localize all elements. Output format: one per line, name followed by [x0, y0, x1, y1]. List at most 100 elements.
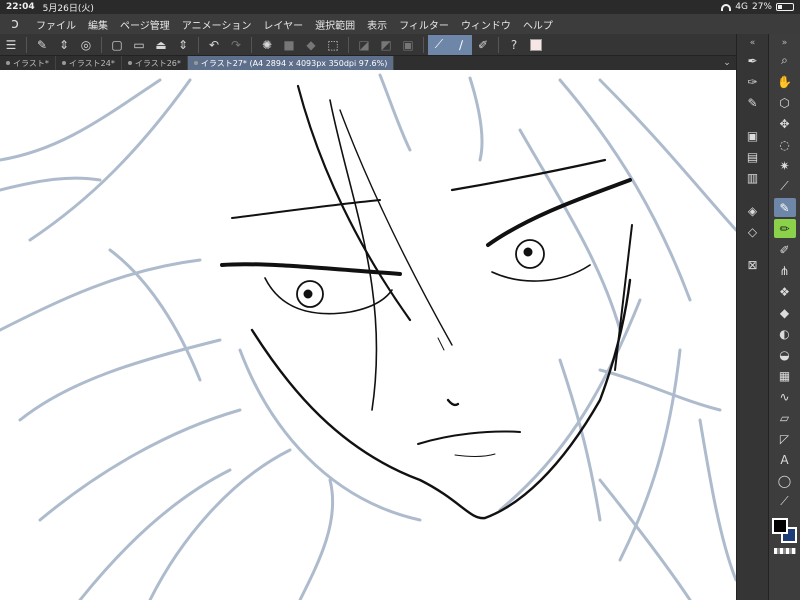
fill-icon[interactable]: ◆ — [300, 35, 322, 55]
pen-settings-icon[interactable]: ✐ — [472, 35, 494, 55]
hand-icon[interactable]: ✋ — [774, 72, 796, 91]
invert-selection-icon[interactable]: ◩ — [375, 35, 397, 55]
toolbar-divider — [101, 36, 102, 53]
pencil-icon[interactable]: ✏ — [773, 219, 796, 238]
toolbar-divider — [198, 36, 199, 53]
pen-icon[interactable]: ✎ — [773, 198, 796, 217]
toolbar-divider — [26, 36, 27, 53]
menu-animation[interactable]: アニメーション — [176, 17, 258, 32]
close-dot-icon[interactable] — [61, 61, 66, 65]
redo-icon[interactable]: ↷ — [225, 35, 247, 55]
document-tabs: イラスト* イラスト24* イラスト26* イラスト27* (A4 2894 x… — [0, 56, 736, 70]
object-icon[interactable]: ⬡ — [774, 93, 796, 112]
toolbar-divider — [423, 36, 424, 53]
updown-arrows-icon[interactable]: ⇕ — [53, 35, 75, 55]
transform-icon[interactable]: ⬚ — [322, 35, 344, 55]
pen-tool-b-icon[interactable]: ✑ — [742, 72, 764, 91]
menu-file[interactable]: ファイル — [30, 17, 82, 32]
menu-selection[interactable]: 選択範囲 — [309, 17, 361, 32]
toolbar-divider — [251, 36, 252, 53]
tab-illust27[interactable]: イラスト27* (A4 2894 x 4093px 350dpi 97.6%) — [187, 56, 395, 70]
layers-icon[interactable]: ◈ — [742, 201, 764, 220]
deselect-icon[interactable]: ◪ — [353, 35, 375, 55]
pressure-brush-icon[interactable]: ∕ — [450, 34, 472, 55]
collapse-icon[interactable]: « — [750, 38, 756, 48]
navigator-icon[interactable]: ▣ — [742, 126, 764, 145]
panel-expand[interactable]: » — [782, 36, 788, 50]
updown-arrows-icon[interactable]: ⇕ — [172, 35, 194, 55]
illustration-artwork — [0, 73, 736, 600]
cloud-sync-icon[interactable]: ◎ — [75, 35, 97, 55]
correct-line-icon[interactable]: ⟋ — [774, 492, 796, 511]
menu-window[interactable]: ウィンドウ — [455, 17, 517, 32]
drawing-canvas[interactable] — [0, 70, 736, 600]
expand-icon[interactable]: » — [782, 38, 788, 48]
tab-label: イラスト* — [13, 58, 49, 68]
close-dot-icon[interactable] — [6, 61, 10, 65]
tabs-dropdown-chevron-icon[interactable]: ⌄ — [718, 56, 736, 70]
main-color[interactable] — [771, 518, 788, 534]
toolbar-divider — [348, 36, 349, 53]
figure-icon[interactable]: ∿ — [774, 387, 796, 406]
new-file-icon[interactable]: ▢ — [106, 35, 128, 55]
close-dot-icon[interactable] — [193, 61, 198, 65]
close-dot-icon[interactable] — [127, 61, 132, 65]
tab-label: イラスト26* — [134, 58, 181, 68]
panel-collapse[interactable]: « — [750, 36, 756, 50]
selection-border-icon[interactable]: ▣ — [397, 35, 419, 55]
menu-layer[interactable]: レイヤー — [257, 17, 309, 32]
fill-bucket-icon[interactable]: ◒ — [774, 345, 796, 364]
balloon-icon[interactable]: ◯ — [774, 471, 796, 490]
color-swatches[interactable] — [771, 518, 798, 544]
tab-illust26[interactable]: イラスト26* — [122, 56, 188, 70]
menu-edit[interactable]: 編集 — [82, 17, 114, 32]
status-date: 5月26日(火) — [42, 3, 94, 14]
layer-search-icon[interactable]: ▥ — [742, 168, 764, 187]
ruler-icon[interactable]: ◸ — [774, 429, 796, 448]
menu-page[interactable]: ページ管理 — [114, 17, 176, 32]
lasso-icon[interactable]: ◌ — [774, 135, 796, 154]
status-network: 4G — [735, 2, 748, 12]
clear-layer-icon[interactable]: ■ — [278, 35, 300, 55]
layer-stack-icon[interactable]: ◇ — [742, 222, 764, 241]
edit-settings-icon[interactable]: ✎ — [31, 35, 53, 55]
eyedropper-icon[interactable]: ⟋ — [774, 177, 796, 196]
help-icon[interactable]: ? — [503, 35, 525, 55]
loading-spinner-icon: ✺ — [261, 37, 273, 52]
gradient-icon[interactable]: ▦ — [774, 366, 796, 385]
move-icon[interactable]: ✥ — [774, 114, 796, 133]
blend-icon[interactable]: ◐ — [774, 324, 796, 343]
zoom-icon[interactable]: ⌕ — [774, 51, 796, 70]
command-bar: ☰ ✎ ⇕ ◎ ▢ ▭ ⏏ ⇕ ↶ ↷ ✺ ■ ◆ ⬚ ◪ ◩ ▣ ⟋ ∕ ✐ … — [0, 34, 736, 56]
tab-illust[interactable]: イラスト* — [0, 56, 56, 70]
status-time: 22:04 — [6, 2, 35, 12]
eraser-icon[interactable]: ◆ — [774, 303, 796, 322]
app-logo-icon[interactable]: ↄ — [0, 16, 30, 32]
hamburger-menu-icon[interactable]: ☰ — [0, 35, 22, 55]
tab-illust24[interactable]: イラスト24* — [56, 56, 122, 70]
menu-filter[interactable]: フィルター — [393, 17, 455, 32]
save-icon[interactable]: ⏏ — [150, 35, 172, 55]
status-battery: 27% — [751, 2, 772, 12]
pen-tool-c-icon[interactable]: ✎ — [742, 93, 764, 112]
magic-wand-icon[interactable]: ✷ — [774, 156, 796, 175]
brush-icon[interactable]: ✐ — [774, 240, 796, 259]
wifi-icon — [721, 3, 732, 11]
material-icon[interactable]: ⊠ — [742, 255, 764, 274]
layer-property-icon[interactable]: ▤ — [742, 147, 764, 166]
decoration-icon[interactable]: ❖ — [774, 282, 796, 301]
menu-bar: ↄ ファイル 編集 ページ管理 アニメーション レイヤー 選択範囲 表示 フィル… — [0, 14, 800, 34]
color-swatch-button[interactable] — [525, 35, 547, 55]
open-folder-icon[interactable]: ▭ — [128, 35, 150, 55]
menu-help[interactable]: ヘルプ — [517, 17, 559, 32]
airbrush-icon[interactable]: ⋔ — [774, 261, 796, 280]
color-swatch — [530, 38, 542, 51]
transparent-color[interactable] — [773, 548, 796, 554]
menu-view[interactable]: 表示 — [361, 17, 393, 32]
pen-tool-a-icon[interactable]: ✒ — [742, 51, 764, 70]
frame-icon[interactable]: ▱ — [774, 408, 796, 427]
undo-icon[interactable]: ↶ — [203, 35, 225, 55]
status-bar: 22:04 5月26日(火) 4G 27% — [0, 0, 800, 14]
stabilizer-pen-icon[interactable]: ⟋ — [428, 34, 450, 55]
text-icon[interactable]: A — [774, 450, 796, 469]
